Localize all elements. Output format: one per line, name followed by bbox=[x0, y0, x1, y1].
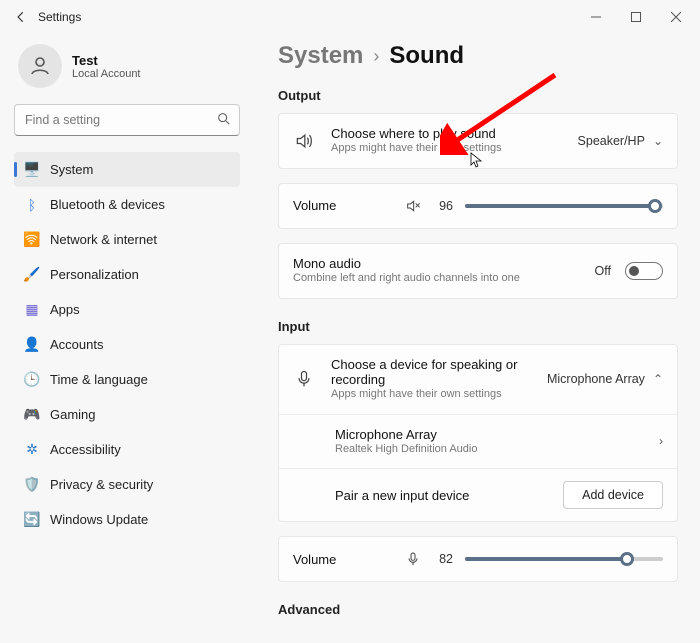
input-volume-row: Volume 82 bbox=[279, 537, 677, 581]
mono-audio-group: Mono audio Combine left and right audio … bbox=[278, 243, 678, 299]
avatar bbox=[18, 44, 62, 88]
search-wrap bbox=[14, 104, 240, 136]
search-icon bbox=[216, 111, 232, 127]
nav-label: Apps bbox=[50, 302, 80, 317]
output-device-value: Speaker/HP bbox=[578, 134, 645, 148]
nav-time[interactable]: 🕒 Time & language bbox=[14, 362, 240, 397]
clock-icon: 🕒 bbox=[24, 372, 40, 388]
chevron-right-icon: › bbox=[659, 434, 663, 448]
choose-input-sub: Apps might have their own settings bbox=[331, 387, 531, 402]
bluetooth-icon: ᛒ bbox=[24, 197, 40, 213]
input-device-detail-row[interactable]: Microphone Array Realtek High Definition… bbox=[279, 415, 677, 470]
accounts-icon: 👤 bbox=[24, 337, 40, 353]
page-title: Sound bbox=[389, 42, 464, 70]
mono-audio-title: Mono audio bbox=[293, 256, 579, 271]
input-volume-slider[interactable] bbox=[465, 551, 663, 567]
back-button[interactable] bbox=[4, 0, 38, 34]
apps-icon: ▦ bbox=[24, 302, 40, 318]
microphone-icon bbox=[293, 369, 315, 389]
mute-icon[interactable] bbox=[405, 198, 421, 214]
sidebar: Test Local Account 🖥️ System ᛒ Bluetooth &… bbox=[0, 34, 250, 643]
nav-apps[interactable]: ▦ Apps bbox=[14, 292, 240, 327]
nav-label: System bbox=[50, 162, 93, 177]
wifi-icon: 🛜 bbox=[24, 232, 40, 248]
update-icon: 🔄 bbox=[24, 512, 40, 528]
choose-output-sub: Apps might have their own settings bbox=[331, 141, 562, 156]
nav-network[interactable]: 🛜 Network & internet bbox=[14, 222, 240, 257]
output-volume-group: Volume 96 bbox=[278, 183, 678, 229]
maximize-button[interactable] bbox=[616, 2, 656, 32]
chevron-right-icon: › bbox=[373, 46, 379, 67]
nav-label: Bluetooth & devices bbox=[50, 197, 165, 212]
chevron-down-icon: ⌄ bbox=[653, 134, 663, 148]
nav-label: Gaming bbox=[50, 407, 96, 422]
nav-update[interactable]: 🔄 Windows Update bbox=[14, 502, 240, 537]
user-name: Test bbox=[72, 53, 141, 68]
mic-level-icon[interactable] bbox=[405, 551, 421, 567]
accessibility-icon: ✲ bbox=[24, 442, 40, 458]
section-input-label: Input bbox=[278, 319, 678, 334]
input-volume-value: 82 bbox=[433, 552, 453, 566]
pair-input-title: Pair a new input device bbox=[335, 488, 547, 503]
nav-bluetooth[interactable]: ᛒ Bluetooth & devices bbox=[14, 187, 240, 222]
output-volume-label: Volume bbox=[293, 198, 393, 213]
mono-audio-toggle[interactable] bbox=[625, 262, 663, 280]
mono-audio-sub: Combine left and right audio channels in… bbox=[293, 271, 579, 286]
pair-input-row: Pair a new input device Add device bbox=[279, 469, 677, 521]
mono-audio-row[interactable]: Mono audio Combine left and right audio … bbox=[279, 244, 677, 298]
section-advanced-label: Advanced bbox=[278, 602, 678, 617]
nav-label: Accounts bbox=[50, 337, 103, 352]
choose-input-title: Choose a device for speaking or recordin… bbox=[331, 357, 531, 387]
title-bar: Settings bbox=[0, 0, 700, 34]
nav-label: Time & language bbox=[50, 372, 148, 387]
nav-accounts[interactable]: 👤 Accounts bbox=[14, 327, 240, 362]
input-device-name: Microphone Array bbox=[335, 427, 643, 442]
window-controls bbox=[576, 2, 696, 32]
output-volume-value: 96 bbox=[433, 199, 453, 213]
nav-label: Windows Update bbox=[50, 512, 148, 527]
user-type: Local Account bbox=[72, 68, 141, 80]
breadcrumb: System › Sound bbox=[278, 42, 678, 70]
shield-icon: 🛡️ bbox=[24, 477, 40, 493]
nav-label: Privacy & security bbox=[50, 477, 153, 492]
mono-audio-state: Off bbox=[595, 264, 611, 278]
nav-accessibility[interactable]: ✲ Accessibility bbox=[14, 432, 240, 467]
input-device-value: Microphone Array bbox=[547, 372, 645, 386]
input-volume-label: Volume bbox=[293, 552, 393, 567]
section-output-label: Output bbox=[278, 88, 678, 103]
output-volume-slider[interactable] bbox=[465, 198, 663, 214]
nav-list: 🖥️ System ᛒ Bluetooth & devices 🛜 Network &… bbox=[14, 152, 240, 537]
speaker-icon bbox=[293, 131, 315, 151]
input-device-driver: Realtek High Definition Audio bbox=[335, 442, 643, 457]
choose-output-title: Choose where to play sound bbox=[331, 126, 562, 141]
system-icon: 🖥️ bbox=[24, 162, 40, 178]
brush-icon: 🖌️ bbox=[24, 267, 40, 283]
nav-label: Network & internet bbox=[50, 232, 157, 247]
nav-personalization[interactable]: 🖌️ Personalization bbox=[14, 257, 240, 292]
window-title: Settings bbox=[38, 10, 81, 24]
input-volume-group: Volume 82 bbox=[278, 536, 678, 582]
user-account-row[interactable]: Test Local Account bbox=[14, 40, 240, 102]
search-input[interactable] bbox=[14, 104, 240, 136]
nav-gaming[interactable]: 🎮 Gaming bbox=[14, 397, 240, 432]
breadcrumb-parent[interactable]: System bbox=[278, 42, 363, 70]
gaming-icon: 🎮 bbox=[24, 407, 40, 423]
chevron-up-icon: ⌃ bbox=[653, 372, 663, 386]
cursor-icon bbox=[470, 152, 482, 173]
add-device-button[interactable]: Add device bbox=[563, 481, 663, 509]
choose-input-row[interactable]: Choose a device for speaking or recordin… bbox=[279, 345, 677, 415]
nav-system[interactable]: 🖥️ System bbox=[14, 152, 240, 187]
nav-label: Personalization bbox=[50, 267, 139, 282]
input-device-group: Choose a device for speaking or recordin… bbox=[278, 344, 678, 523]
output-volume-row: Volume 96 bbox=[279, 184, 677, 228]
close-button[interactable] bbox=[656, 2, 696, 32]
nav-privacy[interactable]: 🛡️ Privacy & security bbox=[14, 467, 240, 502]
nav-label: Accessibility bbox=[50, 442, 121, 457]
minimize-button[interactable] bbox=[576, 2, 616, 32]
main-panel: System › Sound Output Choose where to pl… bbox=[250, 34, 700, 643]
